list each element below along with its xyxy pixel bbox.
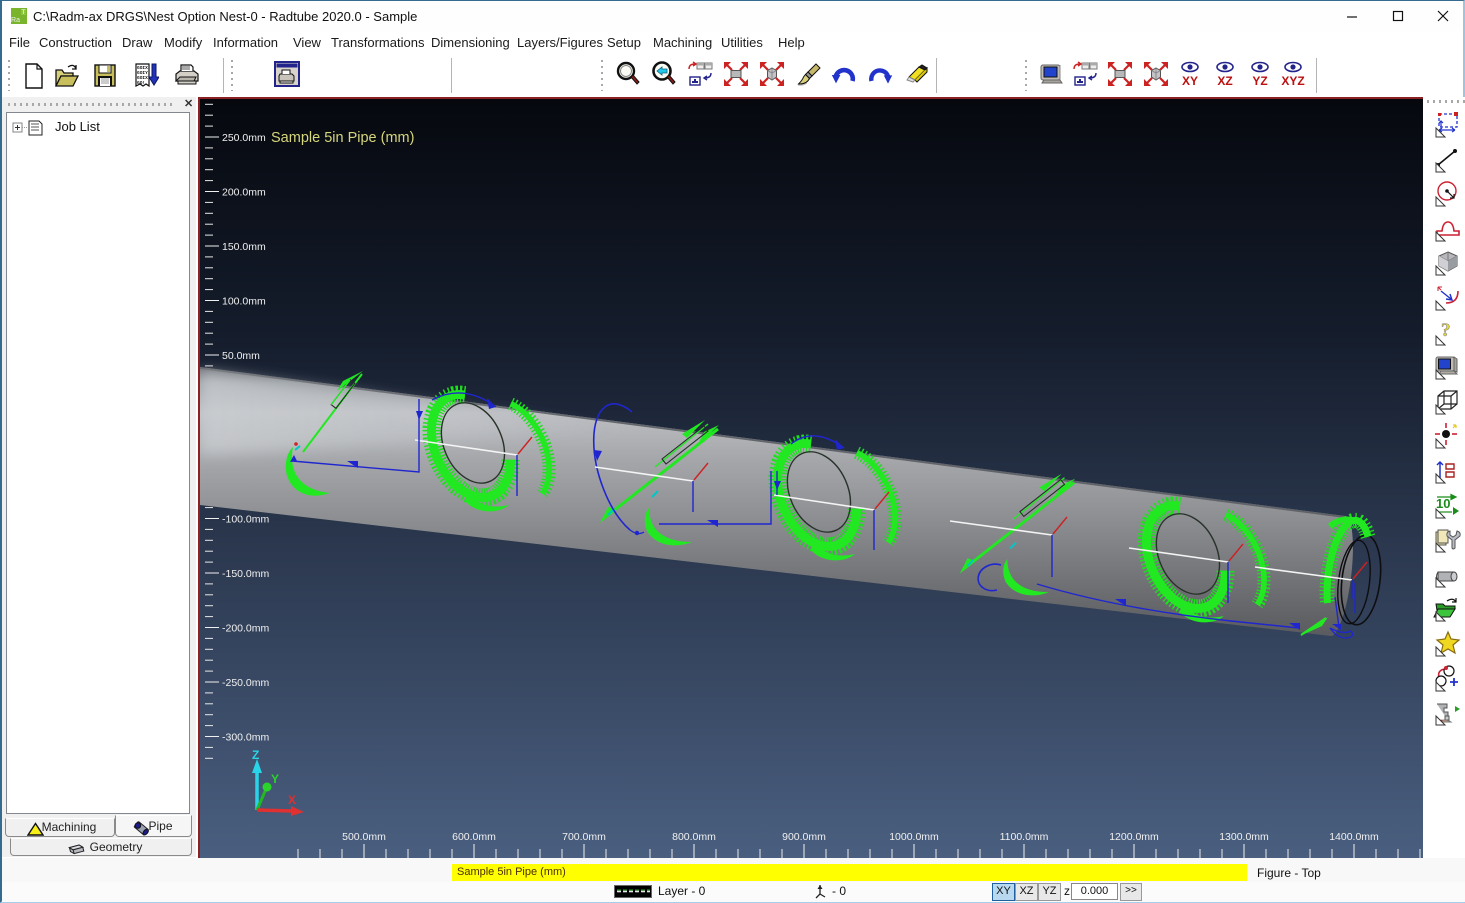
- svg-text:-150.0mm: -150.0mm: [222, 568, 270, 580]
- svg-text:10: 10: [1436, 496, 1450, 511]
- svg-text:XYZ: XYZ: [1281, 74, 1304, 88]
- svg-text:250.0mm: 250.0mm: [222, 132, 266, 144]
- svg-text:1200.0mm: 1200.0mm: [1109, 831, 1159, 843]
- svg-text:1000.0mm: 1000.0mm: [889, 831, 939, 843]
- svg-text:800.0mm: 800.0mm: [672, 831, 716, 843]
- svg-text:900.0mm: 900.0mm: [782, 831, 826, 843]
- svg-text:150.0mm: 150.0mm: [222, 241, 266, 253]
- svg-text:500.0mm: 500.0mm: [342, 831, 386, 843]
- svg-text:50.0mm: 50.0mm: [222, 350, 260, 362]
- svg-text:200.0mm: 200.0mm: [222, 187, 266, 199]
- svg-text:-100.0mm: -100.0mm: [222, 514, 270, 526]
- svg-text:-250.0mm: -250.0mm: [222, 677, 270, 689]
- svg-text:Ra: Ra: [11, 17, 20, 24]
- svg-text:GO!: GO!: [137, 80, 145, 86]
- svg-text:600.0mm: 600.0mm: [452, 831, 496, 843]
- svg-text:1100.0mm: 1100.0mm: [1000, 831, 1049, 843]
- svg-text:-200.0mm: -200.0mm: [222, 623, 270, 635]
- svg-text:1400.0mm: 1400.0mm: [1329, 831, 1379, 843]
- svg-text:100.0mm: 100.0mm: [222, 296, 266, 308]
- svg-text:XZ: XZ: [1217, 74, 1232, 88]
- svg-text:-300.0mm: -300.0mm: [222, 732, 270, 744]
- svg-text:700.0mm: 700.0mm: [562, 831, 606, 843]
- svg-text:?: ?: [1441, 320, 1451, 341]
- svg-text:X: X: [288, 793, 296, 807]
- svg-text:YZ: YZ: [1252, 74, 1267, 88]
- svg-text:1300.0mm: 1300.0mm: [1219, 831, 1269, 843]
- svg-text:Z: Z: [252, 748, 259, 762]
- svg-text:Sample 5in Pipe (mm): Sample 5in Pipe (mm): [271, 130, 414, 146]
- svg-text:XY: XY: [1182, 74, 1198, 88]
- svg-text:Y: Y: [271, 772, 279, 786]
- svg-text:T: T: [22, 10, 26, 16]
